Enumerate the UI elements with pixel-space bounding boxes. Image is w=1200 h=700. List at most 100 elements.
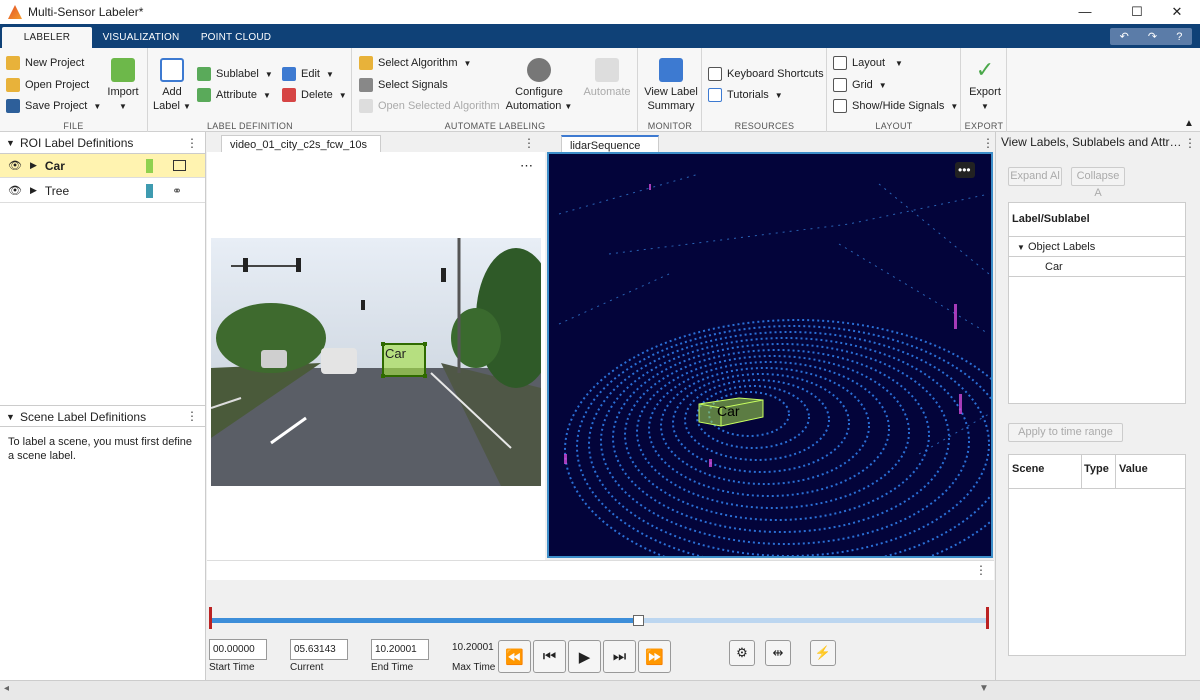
folder-icon [6, 78, 20, 92]
select-signals-button[interactable]: Select Signals [359, 78, 448, 92]
fast-forward-button[interactable]: ⏩ [638, 640, 671, 673]
previous-frame-button[interactable]: ⏮ [533, 640, 566, 673]
summary-icon [659, 58, 683, 82]
chevron-right-icon[interactable]: ▶ [30, 160, 37, 171]
quick-access-toolbar: ↶ ↷ ? [1110, 28, 1192, 45]
collapse-all-button[interactable]: Collapse A [1071, 167, 1125, 199]
eye-icon[interactable]: 👁 [8, 159, 22, 172]
roi-options-icon[interactable]: ⋮ [186, 136, 198, 150]
car-node[interactable]: Car [1009, 257, 1185, 277]
section-label: EXPORT [964, 121, 1004, 131]
sublabel-button[interactable]: Sublabel ▼ [197, 67, 273, 81]
close-icon[interactable]: ✕ [1154, 0, 1200, 24]
end-time-field[interactable]: 10.20001 [371, 639, 429, 660]
eye-icon[interactable]: 👁 [8, 184, 22, 197]
video-frame: Car [211, 238, 541, 486]
timeline-options-icon[interactable]: ⋮ [975, 563, 987, 577]
current-time-handle[interactable] [632, 615, 644, 626]
tab-visualization[interactable]: VISUALIZATION [97, 27, 185, 48]
next-frame-button[interactable]: ⏭ [603, 640, 636, 673]
max-time-value: 10.20001 [452, 642, 494, 653]
scene-panel-title: ▼ Scene Label Definitions [0, 405, 205, 427]
fast-forward-icon: ⏩ [645, 648, 664, 666]
end-time-label: End Time [371, 662, 414, 673]
rectangle-icon [173, 160, 186, 171]
new-project-button[interactable]: New Project [6, 56, 84, 70]
skip-back-icon: ⏮ [542, 648, 557, 665]
open-selected-algorithm-button[interactable]: Open Selected Algorithm [359, 99, 500, 113]
undo-icon[interactable]: ↶ [1120, 30, 1129, 43]
section-label: LAYOUT [875, 121, 913, 131]
keyboard-shortcuts-button[interactable]: Keyboard Shortcuts [708, 67, 824, 81]
gear-icon: ⚙ [736, 645, 748, 660]
automate-button[interactable]: Automate [579, 58, 635, 99]
time-range-button[interactable]: ⇹ [765, 640, 791, 666]
video-more-icon[interactable]: ⋯ [520, 158, 533, 174]
configure-automation-button[interactable]: Configure Automation ▼ [503, 58, 575, 114]
lidar-bbox-label: Car [717, 403, 740, 419]
start-time-label: Start Time [209, 662, 255, 673]
tutorials-button[interactable]: Tutorials ▼ [708, 88, 783, 102]
play-button[interactable]: ▶ [568, 640, 601, 673]
lidar-scan-ring [588, 331, 990, 557]
select-algorithm-button[interactable]: Select Algorithm ▼ [359, 56, 471, 70]
collapse-ribbon-icon[interactable]: ▲ [1184, 118, 1194, 129]
sync-button[interactable]: ⚡ [810, 640, 836, 666]
lidar-scan-ring [648, 361, 890, 497]
chevron-down-icon: ▼ [93, 101, 102, 111]
roi-panel-title: ▼ ROI Label Definitions [0, 132, 205, 154]
delete-button[interactable]: Delete ▼ [282, 88, 347, 102]
add-label-button[interactable]: Add Label ▼ [153, 58, 191, 114]
show-hide-signals-button[interactable]: Show/Hide Signals ▼ [833, 99, 958, 113]
scene-attributes-table: Scene Type Value [1008, 454, 1186, 656]
label-tree-table: Label/Sublabel ▼ Object Labels Car [1008, 202, 1186, 404]
layout-icon [833, 56, 847, 70]
fast-rewind-button[interactable]: ⏪ [498, 640, 531, 673]
start-time-field[interactable]: 00.00000 [209, 639, 267, 660]
attribute-button[interactable]: Attribute ▼ [197, 88, 271, 102]
redo-icon[interactable]: ↷ [1148, 30, 1157, 43]
edit-button[interactable]: Edit ▼ [282, 67, 334, 81]
view-label-summary-button[interactable]: View Label Summary [641, 58, 701, 113]
attribute-icon [197, 88, 211, 102]
playback-settings-button[interactable]: ⚙ [729, 640, 755, 666]
section-label: RESOURCES [734, 121, 795, 131]
chevron-right-icon[interactable]: ▶ [30, 185, 37, 196]
left-status-icon: ◂ [4, 683, 10, 694]
collapse-icon[interactable]: ▼ [6, 406, 15, 428]
tab-point-cloud[interactable]: POINT CLOUD [192, 27, 280, 48]
lidar-scan-ring [564, 319, 1030, 581]
save-icon [6, 99, 20, 113]
ribbon-tabstrip: LABELER VISUALIZATION POINT CLOUD ↶ ↷ ? [0, 24, 1200, 48]
end-time-handle[interactable] [983, 607, 989, 629]
import-button[interactable]: Import ▼ [104, 58, 142, 114]
layout-button[interactable]: Layout ▼ [833, 56, 903, 70]
ribbon: New Project Open Project Save Project ▼ I… [0, 48, 1200, 132]
tab-labeler[interactable]: LABELER [2, 27, 92, 48]
gear-icon [527, 58, 551, 82]
video-tab-options-icon[interactable]: ⋮ [523, 136, 535, 150]
right-options-icon[interactable]: ⋮ [1184, 136, 1196, 150]
object-labels-node[interactable]: ▼ Object Labels [1009, 237, 1185, 257]
expand-all-button[interactable]: Expand Al [1008, 167, 1062, 186]
automate-icon [595, 58, 619, 82]
collapse-playback-icon[interactable]: ▼ [979, 683, 989, 694]
open-project-button[interactable]: Open Project [6, 78, 89, 92]
roi-label-car[interactable]: 👁 ▶ Car [0, 154, 205, 178]
resources-section: Keyboard Shortcuts Tutorials ▼ RESOURCES [703, 48, 827, 132]
save-project-button[interactable]: Save Project ▼ [6, 99, 101, 113]
minimize-icon[interactable]: — [1062, 0, 1108, 24]
scene-options-icon[interactable]: ⋮ [186, 409, 198, 423]
start-time-handle[interactable] [209, 607, 215, 629]
point-cloud-view: Car ••• [558, 162, 1030, 581]
help-icon[interactable]: ? [1176, 31, 1182, 43]
collapse-icon[interactable]: ▼ [6, 132, 15, 154]
export-button[interactable]: ✓ Export ▼ [964, 58, 1006, 114]
lidar-tab-options-icon[interactable]: ⋮ [982, 136, 994, 150]
file-section: New Project Open Project Save Project ▼ I… [0, 48, 148, 132]
roi-label-tree[interactable]: 👁 ▶ Tree ⚭ [0, 179, 205, 203]
grid-button[interactable]: Grid ▼ [833, 78, 887, 92]
current-time-field[interactable]: 05.63143 [290, 639, 348, 660]
video-panel: ⋯ Car [207, 152, 545, 560]
apply-time-range-button[interactable]: Apply to time range [1008, 423, 1123, 442]
